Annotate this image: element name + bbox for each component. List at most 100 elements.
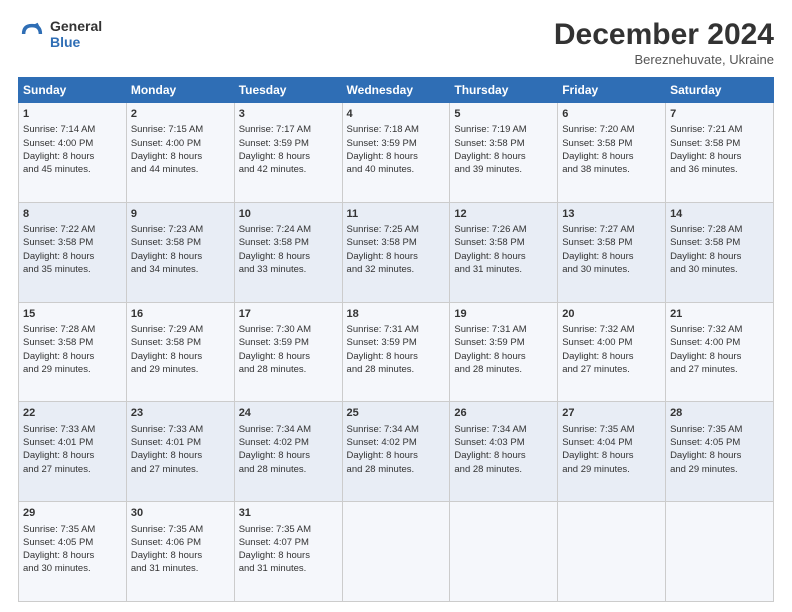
day-info-line: Sunrise: 7:15 AM xyxy=(131,123,230,136)
day-number: 30 xyxy=(131,506,230,521)
day-info-line: Daylight: 8 hours xyxy=(562,449,661,462)
day-info-line: Sunset: 4:03 PM xyxy=(454,436,553,449)
day-info-line: Sunset: 3:58 PM xyxy=(239,236,338,249)
day-cell: 18Sunrise: 7:31 AMSunset: 3:59 PMDayligh… xyxy=(342,302,450,402)
day-info-line: Daylight: 8 hours xyxy=(23,250,122,263)
day-cell: 8Sunrise: 7:22 AMSunset: 3:58 PMDaylight… xyxy=(19,202,127,302)
day-info-line: Daylight: 8 hours xyxy=(670,449,769,462)
day-info-line: Sunrise: 7:34 AM xyxy=(347,423,446,436)
day-info-line: Sunrise: 7:30 AM xyxy=(239,323,338,336)
day-number: 5 xyxy=(454,107,553,122)
day-cell: 24Sunrise: 7:34 AMSunset: 4:02 PMDayligh… xyxy=(234,402,342,502)
day-info-line: Daylight: 8 hours xyxy=(454,350,553,363)
day-info-line: Sunrise: 7:32 AM xyxy=(670,323,769,336)
day-info-line: and 30 minutes. xyxy=(670,263,769,276)
day-info-line: Daylight: 8 hours xyxy=(562,350,661,363)
day-info-line: and 29 minutes. xyxy=(131,363,230,376)
day-info-line: Sunset: 3:58 PM xyxy=(562,137,661,150)
day-info-line: Sunrise: 7:24 AM xyxy=(239,223,338,236)
day-cell: 27Sunrise: 7:35 AMSunset: 4:04 PMDayligh… xyxy=(558,402,666,502)
day-info-line: Sunset: 3:58 PM xyxy=(131,236,230,249)
day-info-line: Sunrise: 7:33 AM xyxy=(23,423,122,436)
day-info-line: Daylight: 8 hours xyxy=(23,150,122,163)
day-number: 1 xyxy=(23,107,122,122)
day-cell: 28Sunrise: 7:35 AMSunset: 4:05 PMDayligh… xyxy=(666,402,774,502)
day-info-line: and 29 minutes. xyxy=(23,363,122,376)
day-cell: 12Sunrise: 7:26 AMSunset: 3:58 PMDayligh… xyxy=(450,202,558,302)
header: General Blue December 2024 Bereznehuvate… xyxy=(18,18,774,67)
day-info-line: Daylight: 8 hours xyxy=(347,449,446,462)
day-info-line: Daylight: 8 hours xyxy=(562,250,661,263)
day-info-line: and 31 minutes. xyxy=(454,263,553,276)
day-info-line: Daylight: 8 hours xyxy=(347,250,446,263)
day-info-line: and 35 minutes. xyxy=(23,263,122,276)
day-number: 15 xyxy=(23,307,122,322)
day-info-line: and 29 minutes. xyxy=(670,463,769,476)
day-cell: 1Sunrise: 7:14 AMSunset: 4:00 PMDaylight… xyxy=(19,103,127,203)
day-info-line: Sunrise: 7:34 AM xyxy=(239,423,338,436)
calendar-table: SundayMondayTuesdayWednesdayThursdayFrid… xyxy=(18,77,774,602)
col-header-tuesday: Tuesday xyxy=(234,78,342,103)
day-info-line: Sunrise: 7:23 AM xyxy=(131,223,230,236)
day-info-line: Sunrise: 7:22 AM xyxy=(23,223,122,236)
day-info-line: Sunset: 3:58 PM xyxy=(347,236,446,249)
day-info-line: Daylight: 8 hours xyxy=(239,150,338,163)
day-cell xyxy=(450,502,558,602)
day-cell: 4Sunrise: 7:18 AMSunset: 3:59 PMDaylight… xyxy=(342,103,450,203)
day-cell: 14Sunrise: 7:28 AMSunset: 3:58 PMDayligh… xyxy=(666,202,774,302)
day-cell: 21Sunrise: 7:32 AMSunset: 4:00 PMDayligh… xyxy=(666,302,774,402)
day-cell: 17Sunrise: 7:30 AMSunset: 3:59 PMDayligh… xyxy=(234,302,342,402)
day-info-line: and 31 minutes. xyxy=(131,562,230,575)
day-info-line: Sunrise: 7:26 AM xyxy=(454,223,553,236)
day-info-line: Sunrise: 7:14 AM xyxy=(23,123,122,136)
day-info-line: Daylight: 8 hours xyxy=(670,150,769,163)
day-cell: 26Sunrise: 7:34 AMSunset: 4:03 PMDayligh… xyxy=(450,402,558,502)
logo-text: General Blue xyxy=(50,18,102,50)
week-row-3: 15Sunrise: 7:28 AMSunset: 3:58 PMDayligh… xyxy=(19,302,774,402)
day-info-line: Sunset: 3:58 PM xyxy=(23,336,122,349)
day-info-line: Daylight: 8 hours xyxy=(239,549,338,562)
day-info-line: Daylight: 8 hours xyxy=(454,449,553,462)
day-info-line: Sunrise: 7:29 AM xyxy=(131,323,230,336)
day-info-line: Sunset: 4:07 PM xyxy=(239,536,338,549)
day-info-line: and 31 minutes. xyxy=(239,562,338,575)
day-info-line: Sunset: 3:58 PM xyxy=(131,336,230,349)
day-cell: 22Sunrise: 7:33 AMSunset: 4:01 PMDayligh… xyxy=(19,402,127,502)
day-info-line: and 27 minutes. xyxy=(23,463,122,476)
day-cell xyxy=(558,502,666,602)
day-number: 10 xyxy=(239,207,338,222)
day-number: 14 xyxy=(670,207,769,222)
day-info-line: and 27 minutes. xyxy=(562,363,661,376)
calendar-header: SundayMondayTuesdayWednesdayThursdayFrid… xyxy=(19,78,774,103)
day-info-line: and 30 minutes. xyxy=(562,263,661,276)
day-number: 13 xyxy=(562,207,661,222)
day-cell: 10Sunrise: 7:24 AMSunset: 3:58 PMDayligh… xyxy=(234,202,342,302)
day-info-line: Sunset: 3:58 PM xyxy=(562,236,661,249)
day-info-line: Sunset: 4:00 PM xyxy=(23,137,122,150)
day-info-line: and 36 minutes. xyxy=(670,163,769,176)
day-info-line: Sunset: 4:00 PM xyxy=(670,336,769,349)
day-info-line: Sunset: 4:05 PM xyxy=(670,436,769,449)
day-info-line: Sunrise: 7:35 AM xyxy=(562,423,661,436)
day-info-line: Sunset: 3:59 PM xyxy=(347,336,446,349)
calendar-page: General Blue December 2024 Bereznehuvate… xyxy=(0,0,792,612)
day-cell: 29Sunrise: 7:35 AMSunset: 4:05 PMDayligh… xyxy=(19,502,127,602)
day-cell: 15Sunrise: 7:28 AMSunset: 3:58 PMDayligh… xyxy=(19,302,127,402)
day-info-line: Sunset: 3:59 PM xyxy=(347,137,446,150)
day-info-line: Sunrise: 7:34 AM xyxy=(454,423,553,436)
day-cell: 9Sunrise: 7:23 AMSunset: 3:58 PMDaylight… xyxy=(126,202,234,302)
day-cell: 5Sunrise: 7:19 AMSunset: 3:58 PMDaylight… xyxy=(450,103,558,203)
day-info-line: Sunset: 3:58 PM xyxy=(454,137,553,150)
day-info-line: Daylight: 8 hours xyxy=(454,250,553,263)
day-info-line: and 45 minutes. xyxy=(23,163,122,176)
day-info-line: and 27 minutes. xyxy=(131,463,230,476)
day-info-line: Sunrise: 7:32 AM xyxy=(562,323,661,336)
day-number: 31 xyxy=(239,506,338,521)
day-number: 27 xyxy=(562,406,661,421)
day-info-line: Sunrise: 7:35 AM xyxy=(670,423,769,436)
day-info-line: and 32 minutes. xyxy=(347,263,446,276)
day-number: 24 xyxy=(239,406,338,421)
day-info-line: Sunset: 3:58 PM xyxy=(670,137,769,150)
day-info-line: Sunset: 4:00 PM xyxy=(562,336,661,349)
day-info-line: Sunrise: 7:20 AM xyxy=(562,123,661,136)
